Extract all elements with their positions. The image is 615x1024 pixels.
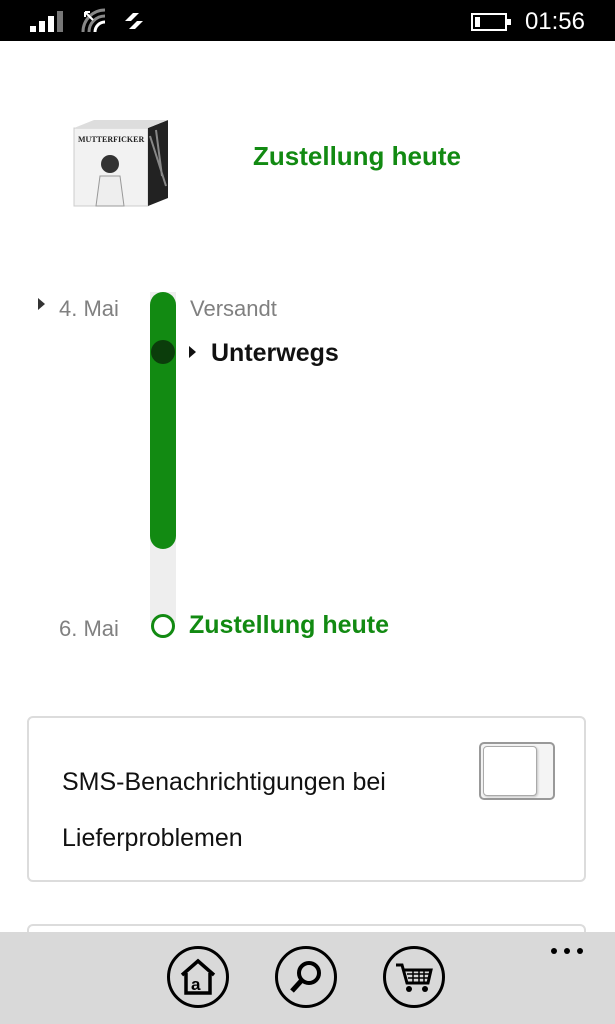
timeline-start-date: 4. Mai <box>59 296 119 321</box>
timeline-end-date: 6. Mai <box>59 616 119 641</box>
more-icon-dot <box>577 948 583 954</box>
search-button[interactable] <box>275 946 337 1008</box>
data-sync-icon <box>125 13 143 29</box>
home-icon: a <box>180 958 216 995</box>
timeline-step-delivery: Zustellung heute <box>189 611 389 639</box>
timeline-progress <box>150 292 176 549</box>
more-button[interactable] <box>549 946 589 960</box>
battery-icon <box>471 13 511 31</box>
toggle-knob <box>483 746 537 796</box>
product-image[interactable]: MUTTERFICKER <box>70 116 174 212</box>
status-time: 01:56 <box>524 8 585 35</box>
timeline-step-shipped: Versandt <box>190 296 277 321</box>
expand-caret-icon[interactable] <box>38 298 45 310</box>
more-icon <box>551 948 557 954</box>
home-button[interactable]: a <box>167 946 229 1008</box>
wifi-icon <box>81 8 106 33</box>
delivery-status-header: Zustellung heute <box>253 141 461 171</box>
sms-notification-toggle[interactable] <box>479 742 555 800</box>
sms-notification-label: SMS-Benachrichtigungen bei Lieferproblem… <box>62 768 386 852</box>
cart-button[interactable] <box>383 946 445 1008</box>
timeline-step-current[interactable]: Unterwegs <box>211 339 339 368</box>
signal-icon <box>30 11 63 32</box>
search-icon <box>290 961 321 993</box>
expand-caret-icon[interactable] <box>189 346 196 358</box>
sms-notification-card: SMS-Benachrichtigungen bei Lieferproblem… <box>27 716 586 882</box>
more-icon-dot <box>564 948 570 954</box>
app-bar: a <box>0 932 615 1024</box>
status-bar: 01:56 <box>0 0 615 41</box>
timeline-end-marker <box>151 614 175 638</box>
timeline-current-marker <box>151 340 175 364</box>
cart-icon <box>396 963 433 992</box>
product-image-title: MUTTERFICKER <box>78 135 144 144</box>
svg-text:a: a <box>191 975 201 994</box>
